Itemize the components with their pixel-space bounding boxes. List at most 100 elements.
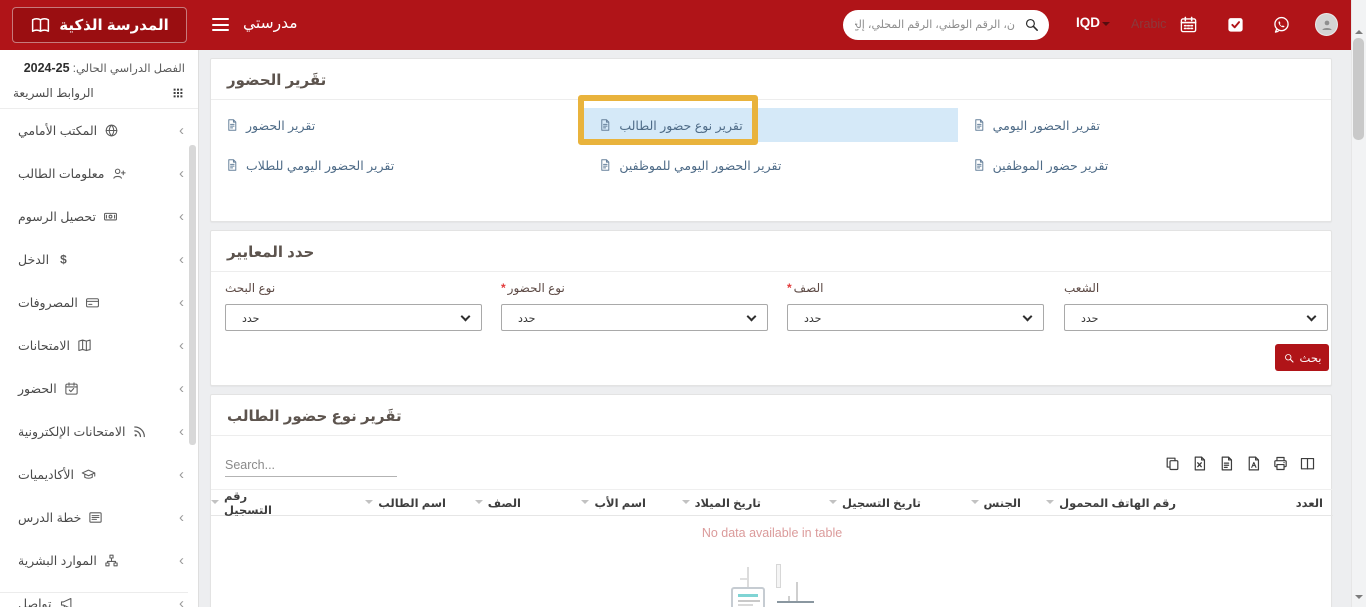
expenses-icon	[85, 295, 100, 310]
illustration-baseline	[777, 601, 814, 603]
print-export-button[interactable]	[1272, 455, 1290, 473]
required-asterisk: *	[501, 281, 506, 295]
report-link[interactable]: تقرير الحضور اليومي للطلاب	[211, 148, 584, 182]
column-header[interactable]: تاريخ الميلاد	[656, 490, 771, 515]
sidebar-item-label: المصروفات	[18, 295, 78, 310]
document-icon	[225, 118, 239, 132]
column-header[interactable]: الجنس	[931, 490, 1031, 515]
chevron-left-icon: ‹	[179, 212, 184, 222]
field-label: نوع البحث	[225, 281, 482, 295]
school-logo[interactable]: المدرسة الذكية	[12, 7, 187, 43]
illustration-line	[738, 594, 758, 597]
report-link[interactable]: تقرير الحضور	[211, 108, 584, 142]
column-header-label: تاريخ التسجيل	[842, 496, 921, 510]
column-header[interactable]: اسم الأب	[531, 490, 656, 515]
report-link[interactable]: تقرير نوع حضور الطالب	[584, 108, 957, 142]
select-dropdown[interactable]: حدد	[501, 304, 768, 331]
chevron-left-icon: ‹	[179, 126, 184, 136]
select-dropdown[interactable]: حدد	[1064, 304, 1328, 331]
column-header[interactable]: تاريخ التسجيل	[771, 490, 931, 515]
report-link[interactable]: تقرير حضور الموظفين	[958, 148, 1331, 182]
attendance-icon	[64, 381, 79, 396]
column-header[interactable]: رقم التسجيل	[211, 490, 301, 515]
report-link[interactable]: تقرير الحضور اليومي	[958, 108, 1331, 142]
field-group: *الصفحدد	[787, 281, 1044, 331]
sort-caret-icon	[581, 500, 589, 508]
print-icon	[1272, 455, 1289, 472]
caret-down-icon	[1102, 22, 1110, 30]
top-navbar: المدرسة الذكية مدرستي IQD Arabic	[0, 0, 1366, 50]
sidebar-item-student-info[interactable]: معلومات الطالب ‹	[0, 152, 198, 195]
column-header[interactable]: اسم الطالب	[301, 490, 456, 515]
sidebar-item-communication[interactable]: تواصل‹	[0, 582, 198, 607]
field-label: *نوع الحضور	[501, 281, 768, 295]
report-link-label: تقرير نوع حضور الطالب	[619, 118, 742, 133]
card-title: تقَرير نوع حضور الطالب	[211, 395, 1331, 436]
search-button[interactable]: بحث	[1275, 344, 1329, 371]
report-link[interactable]: تقرير الحضور اليومي للموظفين	[584, 148, 957, 182]
csv-export-button[interactable]	[1218, 455, 1236, 473]
scroll-down-icon[interactable]	[1355, 595, 1363, 603]
global-search-input[interactable]	[855, 11, 1015, 39]
sidebar-item-academics[interactable]: الأكاديميات‹	[0, 453, 198, 496]
sidebar: الفصل الدراسي الحالي: 25-2024 الروابط ال…	[0, 50, 199, 607]
tasks-icon[interactable]	[1226, 15, 1245, 34]
select-dropdown[interactable]: حدد	[787, 304, 1044, 331]
exams-icon	[77, 338, 92, 353]
column-header-label: الجنس	[984, 496, 1022, 510]
hamburger-menu-icon[interactable]	[212, 18, 229, 31]
scroll-up-icon[interactable]	[1355, 26, 1363, 34]
column-header-label: الصف	[488, 496, 521, 510]
whatsapp-icon[interactable]	[1272, 15, 1291, 34]
attendance-reports-card: تقَرير الحضور تقرير الحضورتقرير نوع حضور…	[210, 58, 1332, 222]
current-semester: الفصل الدراسي الحالي: 25-2024	[13, 60, 185, 77]
sidebar-scrollbar[interactable]	[189, 145, 196, 445]
quick-links-grid-icon[interactable]	[171, 86, 185, 100]
language-selector[interactable]: Arabic	[1131, 17, 1166, 31]
sidebar-item-attendance[interactable]: الحضور‹	[0, 367, 198, 410]
calendar-icon[interactable]	[1179, 15, 1198, 34]
sidebar-item-exams[interactable]: الامتحانات‹	[0, 324, 198, 367]
export-toolbar	[1164, 455, 1317, 473]
copy-export-button[interactable]	[1164, 455, 1182, 473]
sidebar-item-label: تحصيل الرسوم	[18, 209, 96, 224]
required-asterisk: *	[787, 281, 792, 295]
sidebar-item-human-resources[interactable]: الموارد البشرية‹	[0, 539, 198, 582]
user-avatar[interactable]	[1315, 13, 1338, 36]
report-table-card: تقَرير نوع حضور الطالب رقم التسجيل اسم ال…	[210, 394, 1332, 607]
sidebar-item-fee-collection[interactable]: تحصيل الرسوم ‹	[0, 195, 198, 238]
illustration-line	[747, 567, 749, 587]
communication-icon	[59, 596, 74, 607]
quick-links-label: الروابط السريعة	[13, 86, 94, 100]
chevron-left-icon: ‹	[179, 599, 184, 607]
chevron-left-icon: ‹	[179, 298, 184, 308]
chevron-left-icon: ‹	[179, 169, 184, 179]
report-links: تقرير الحضور تقرير نوع حضور الطالب تقرير ا…	[211, 108, 1331, 182]
columns-export-button[interactable]	[1299, 455, 1317, 473]
sidebar-item-expenses[interactable]: المصروفات ‹	[0, 281, 198, 324]
column-header: العدد	[1186, 490, 1333, 515]
global-search	[843, 10, 1049, 40]
sidebar-item-lesson-plan[interactable]: خطة الدرس‹	[0, 496, 198, 539]
chevron-left-icon: ‹	[179, 427, 184, 437]
page-scrollbar-thumb[interactable]	[1353, 38, 1364, 140]
student-info-icon	[112, 166, 127, 181]
currency-selector[interactable]: IQD	[1076, 15, 1100, 30]
sidebar-item-front-office[interactable]: المكتب الأمامي‹	[0, 109, 198, 152]
card-title: حدد المعايير	[211, 231, 1331, 272]
fee-collection-icon	[103, 209, 118, 224]
sidebar-item-label: الحضور	[18, 381, 57, 396]
pdf-export-button[interactable]	[1245, 455, 1263, 473]
table-search-input[interactable]	[225, 453, 397, 477]
sidebar-item-income[interactable]: الدخل‹	[0, 238, 198, 281]
column-header-label: اسم الطالب	[378, 496, 446, 510]
select-value: حدد	[518, 312, 535, 325]
select-dropdown[interactable]: حدد	[225, 304, 482, 331]
sidebar-item-online-exams[interactable]: الامتحانات الإلكترونية‹	[0, 410, 198, 453]
book-logo-icon	[30, 15, 51, 36]
illustration-line	[738, 600, 760, 602]
column-header[interactable]: رقم الهاتف المحمول	[1031, 490, 1186, 515]
excel-export-button[interactable]	[1191, 455, 1209, 473]
sidebar-item-label: معلومات الطالب	[18, 166, 105, 181]
column-header[interactable]: الصف	[456, 490, 531, 515]
